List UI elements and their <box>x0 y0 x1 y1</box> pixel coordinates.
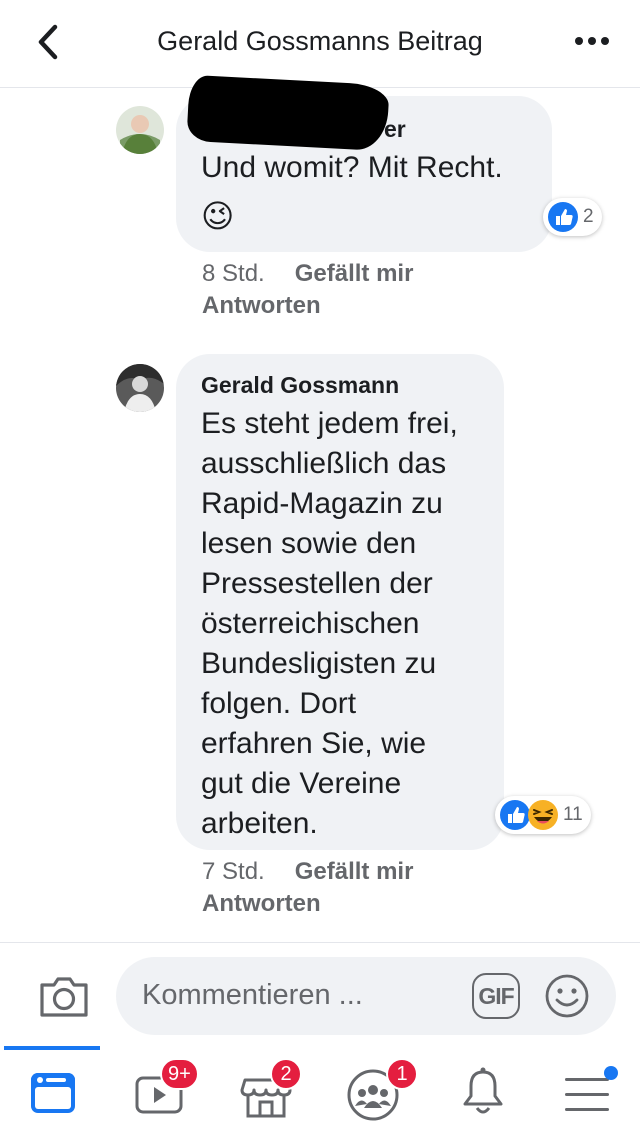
comment-text-line: Rapid-Magazin zu <box>201 487 443 520</box>
emoji-button[interactable] <box>544 973 590 1019</box>
comment-time: 7 Std. <box>202 858 265 885</box>
camera-button[interactable] <box>38 973 90 1019</box>
comment-text-line: Es steht jedem frei, <box>201 407 458 440</box>
comment-author-suffix[interactable]: er <box>384 116 406 143</box>
more-dots-icon <box>575 37 609 45</box>
hamburger-menu-icon <box>565 1078 609 1111</box>
comment-text-line: Pressestellen der <box>201 567 433 600</box>
reaction-summary[interactable]: 2 <box>543 198 602 236</box>
like-button[interactable]: Gefällt mir <box>295 858 414 885</box>
like-reaction-icon <box>548 202 578 232</box>
comment-text: Und womit? Mit Recht. <box>201 151 503 184</box>
gif-button[interactable]: GIF <box>472 973 520 1019</box>
tab-notifications[interactable] <box>448 1060 518 1126</box>
reply-button[interactable]: Antworten <box>202 292 321 320</box>
tab-marketplace[interactable]: 2 <box>232 1058 302 1126</box>
tab-menu[interactable] <box>552 1060 622 1126</box>
comment-text-line: ausschließlich das <box>201 447 447 480</box>
comment-text-line: gut die Vereine <box>201 767 402 800</box>
camera-icon <box>40 977 88 1017</box>
active-tab-indicator <box>4 1046 100 1050</box>
news-feed-icon <box>31 1073 75 1113</box>
tab-badge: 9+ <box>160 1058 199 1090</box>
comment-time: 8 Std. <box>202 260 265 287</box>
comment-input-placeholder: Kommentieren ... <box>142 979 363 1011</box>
comment-composer: Kommentieren ... GIF <box>0 942 640 1046</box>
tab-groups[interactable]: 1 <box>340 1058 418 1126</box>
wink-emoji: 😉 <box>201 198 235 234</box>
bell-icon <box>463 1067 503 1114</box>
like-button[interactable]: Gefällt mir <box>295 260 414 287</box>
comment-meta: 7 Std. Gefällt mir <box>202 858 413 886</box>
comment-meta: 8 Std. Gefällt mir <box>202 260 413 288</box>
avatar[interactable] <box>116 106 164 154</box>
comment-text-line: arbeiten. <box>201 807 318 840</box>
comment-text-line: lesen sowie den <box>201 527 417 560</box>
reply-button[interactable]: Antworten <box>202 890 321 918</box>
comment-input[interactable]: Kommentieren ... GIF <box>116 957 616 1035</box>
haha-reaction-icon <box>528 800 558 830</box>
menu-notification-dot <box>604 1066 618 1080</box>
page-title: Gerald Gossmanns Beitrag <box>157 26 483 56</box>
bottom-tab-bar: 9+ 2 1 <box>0 1046 640 1136</box>
comment-text-line: Bundesligisten zu <box>201 647 437 680</box>
top-header: Gerald Gossmanns Beitrag <box>0 0 640 88</box>
reaction-summary[interactable]: 11 <box>495 796 591 834</box>
tab-news-feed[interactable] <box>18 1060 88 1126</box>
comment-text-line: österreichischen <box>201 607 420 640</box>
more-options-button[interactable] <box>572 26 612 56</box>
reaction-count: 2 <box>583 206 594 227</box>
tab-badge: 1 <box>386 1058 418 1090</box>
comment-text-line: folgen. Dort <box>201 687 357 720</box>
comment-author[interactable]: Gerald Gossmann <box>201 372 399 399</box>
comment-text-line: erfahren Sie, wie <box>201 727 427 760</box>
tab-badge: 2 <box>270 1058 302 1090</box>
avatar[interactable] <box>116 364 164 412</box>
redaction-mark <box>186 74 390 152</box>
reaction-count: 11 <box>563 804 583 825</box>
tab-watch[interactable]: 9+ <box>126 1058 199 1126</box>
smiley-icon <box>545 974 589 1018</box>
comment-text: Es steht jedem frei, ausschließlich das … <box>201 404 501 844</box>
